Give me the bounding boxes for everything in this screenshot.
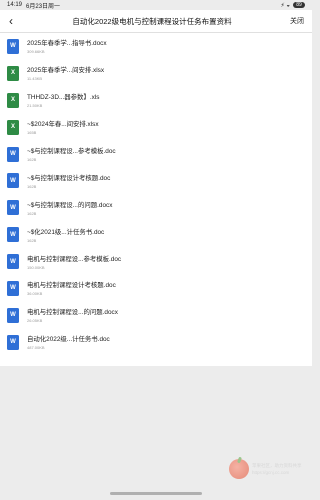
file-item[interactable]: W ~$与控制课程设...参考模板.doc 162B: [0, 141, 312, 168]
file-size: 162B: [27, 210, 37, 216]
page-title: 自动化2022级电机与控制课程设计任务布置资料: [72, 16, 232, 26]
close-button[interactable]: 关闭: [282, 16, 312, 26]
home-indicator[interactable]: [110, 492, 202, 495]
header: ‹ 自动化2022级电机与控制课程设计任务布置资料 关闭: [0, 10, 312, 32]
file-item[interactable]: W ~$与控制课程设计考核题.doc 162B: [0, 167, 312, 194]
signal-icon: ⚡ ◒: [280, 2, 290, 9]
file-name: 2025年春季学...间安排.xlsx: [27, 67, 105, 75]
word-file-icon: W: [7, 146, 19, 162]
file-size: 162B: [27, 237, 37, 243]
file-size: 162B: [27, 157, 37, 162]
word-file-icon: W: [7, 200, 19, 216]
back-icon[interactable]: ‹: [0, 10, 22, 32]
file-item[interactable]: W 自动化2022级...计任务书.doc 487.00KB: [0, 329, 312, 356]
file-name: ~$与控制课程设...参考模板.doc: [27, 148, 116, 155]
screen: 14:19 6月23日周一 ⚡ ◒ 89 ‹ 自动化2022级电机与控制课程设计…: [0, 0, 312, 500]
file-size: 487.00KB: [27, 345, 45, 351]
word-file-icon: W: [7, 280, 19, 296]
file-name: 2025年春季学...指导书.docx: [27, 40, 107, 48]
file-name: 电机与控制课程设...的问题.docx: [27, 309, 118, 317]
watermark-text: 苹果社区，助力资料共享 https://gcnj.cc.com: [252, 462, 302, 476]
file-name: 电机与控制课程设计考核题.doc: [27, 282, 116, 290]
file-size: 11.43KB: [27, 76, 43, 82]
file-item[interactable]: W 电机与控制课程设...参考模板.doc 150.00KB: [0, 248, 312, 275]
battery-icon: 89: [293, 2, 305, 8]
file-item[interactable]: W ~$化2021级...计任务书.doc 162B: [0, 221, 312, 248]
status-date: 6月23日周一: [26, 3, 61, 10]
file-size: 150.00KB: [27, 264, 45, 270]
file-item[interactable]: X ~$2024年春...间安排.xlsx 165B: [0, 114, 312, 141]
excel-file-icon: X: [7, 65, 19, 81]
file-size: 162B: [27, 183, 37, 189]
status-time: 14:19: [7, 2, 23, 8]
word-file-icon: W: [7, 227, 19, 243]
status-bar: 14:19 6月23日周一 ⚡ ◒ 89: [0, 0, 312, 10]
apple-logo-icon: [229, 459, 249, 479]
excel-file-icon: X: [7, 119, 19, 135]
file-item[interactable]: W ~$与控制课程设...的问题.docx 162B: [0, 194, 312, 221]
excel-file-icon: X: [7, 92, 19, 108]
status-right: ⚡ ◒ 89: [280, 2, 305, 9]
word-file-icon: W: [7, 307, 19, 323]
file-name: ~$2024年春...间安排.xlsx: [27, 121, 99, 129]
watermark-line1: 苹果社区，助力资料共享: [252, 463, 302, 468]
file-name: ~$与控制课程设计考核题.doc: [27, 174, 111, 182]
word-file-icon: W: [7, 334, 19, 350]
file-size: 36.00KB: [27, 291, 43, 297]
file-size: 21.50KB: [27, 103, 43, 109]
file-name: 电机与控制课程设...参考模板.doc: [27, 255, 122, 263]
file-item[interactable]: W 电机与控制课程设计考核题.doc 36.00KB: [0, 275, 312, 302]
file-size: 309.66KB: [27, 49, 45, 55]
watermark-line2: https://gcnj.cc.com: [252, 470, 290, 475]
file-name: THHDZ-3D...器参数】.xls: [27, 94, 100, 102]
file-size: 26.05KB: [27, 318, 43, 324]
file-item[interactable]: X THHDZ-3D...器参数】.xls 21.50KB: [0, 87, 312, 114]
file-item[interactable]: W 2025年春季学...指导书.docx 309.66KB: [0, 33, 312, 60]
file-size: 165B: [27, 130, 37, 136]
file-list: W 2025年春季学...指导书.docx 309.66KB X 2025年春季学…: [0, 33, 312, 366]
file-item[interactable]: X 2025年春季学...间安排.xlsx 11.43KB: [0, 60, 312, 87]
watermark: 苹果社区，助力资料共享 https://gcnj.cc.com: [229, 459, 302, 479]
word-file-icon: W: [7, 173, 19, 189]
file-name: ~$与控制课程设...的问题.docx: [27, 201, 113, 209]
file-name: 自动化2022级...计任务书.doc: [27, 336, 110, 344]
word-file-icon: W: [7, 254, 19, 270]
file-name: ~$化2021级...计任务书.doc: [27, 228, 105, 236]
file-item[interactable]: W 电机与控制课程设...的问题.docx 26.05KB: [0, 302, 312, 329]
word-file-icon: W: [7, 38, 19, 54]
